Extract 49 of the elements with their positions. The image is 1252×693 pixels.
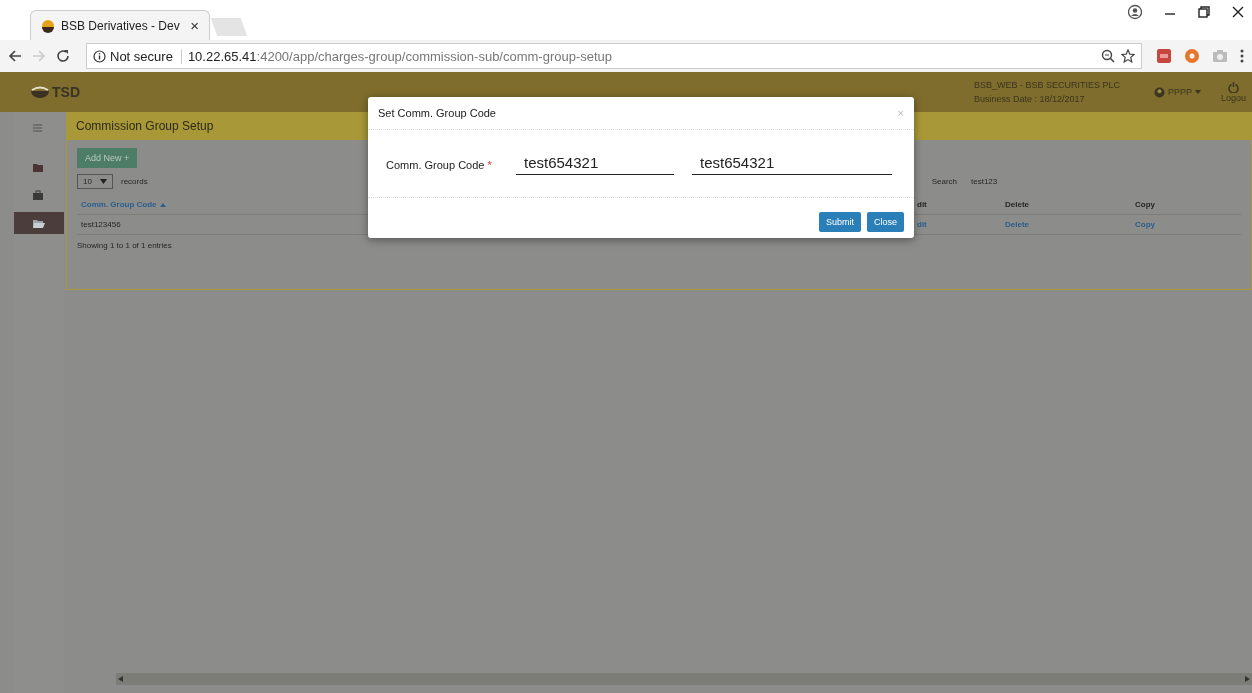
extension-icon[interactable] xyxy=(1156,48,1172,64)
star-icon[interactable] xyxy=(1121,49,1135,63)
folder-icon xyxy=(33,162,45,172)
column-header[interactable]: Copy xyxy=(1135,200,1155,209)
browser-tab[interactable]: BSB Derivatives - Dev × xyxy=(30,10,210,40)
business-date: Business Date : 18/12/2017 xyxy=(973,94,1086,104)
table-cell: test123456 xyxy=(81,220,121,229)
scroll-left-icon[interactable] xyxy=(118,676,123,682)
close-icon[interactable] xyxy=(1232,6,1244,18)
reload-icon[interactable] xyxy=(56,49,70,63)
power-icon xyxy=(1228,81,1239,93)
info-icon xyxy=(93,49,106,63)
search-label: Search xyxy=(931,177,957,186)
company-name: BSB_WEB - BSB SECURITIES PLC xyxy=(973,80,1120,90)
more-icon[interactable] xyxy=(1240,49,1244,63)
back-icon[interactable] xyxy=(8,49,22,63)
scroll-right-icon[interactable] xyxy=(1245,676,1250,682)
search-field[interactable]: test123 xyxy=(971,177,1091,186)
folder-open-icon xyxy=(33,218,45,228)
briefcase-icon xyxy=(33,190,45,200)
sidebar-item[interactable] xyxy=(14,212,64,234)
caret-icon xyxy=(100,179,107,184)
user-icon xyxy=(1153,86,1165,98)
tab-close-button[interactable]: × xyxy=(190,17,199,34)
favicon-icon xyxy=(41,18,55,33)
restore-icon[interactable] xyxy=(1198,6,1210,18)
url-host: 10.22.65.41 xyxy=(187,48,257,64)
page-size-select[interactable]: 10 xyxy=(77,174,113,189)
dialog-button[interactable]: Close xyxy=(867,212,904,232)
logo-icon xyxy=(30,85,50,99)
address-bar[interactable]: Not secure 10.22.65.41:4200/app/charges-group/commission-sub/comm-group-setup xyxy=(86,43,1142,69)
zoom-icon[interactable] xyxy=(1101,49,1115,63)
menu-icon xyxy=(33,124,45,134)
extension-icon[interactable] xyxy=(1184,48,1200,64)
security-label: Not secure xyxy=(110,48,173,64)
records-label: records xyxy=(121,177,148,186)
add-new-button[interactable]: Add New + xyxy=(77,148,138,168)
url-path: :4200/app/charges-group/commission-sub/comm-group-setup xyxy=(256,48,613,64)
logout-button[interactable]: Logou xyxy=(1220,81,1246,103)
column-header[interactable]: Delete xyxy=(1005,200,1029,209)
horizontal-scrollbar[interactable] xyxy=(116,673,1252,685)
profile-icon[interactable] xyxy=(1128,4,1142,20)
dialog-button[interactable]: Submit xyxy=(818,212,861,232)
table-info: Showing 1 to 1 of 1 entries xyxy=(77,241,173,250)
app-logo-text: TSD xyxy=(52,84,80,100)
caret-icon xyxy=(1194,90,1201,94)
column-header[interactable]: dit xyxy=(917,200,927,209)
user-menu[interactable]: PPPP xyxy=(1153,86,1201,98)
field-label: Comm. Group Code * xyxy=(386,159,493,171)
